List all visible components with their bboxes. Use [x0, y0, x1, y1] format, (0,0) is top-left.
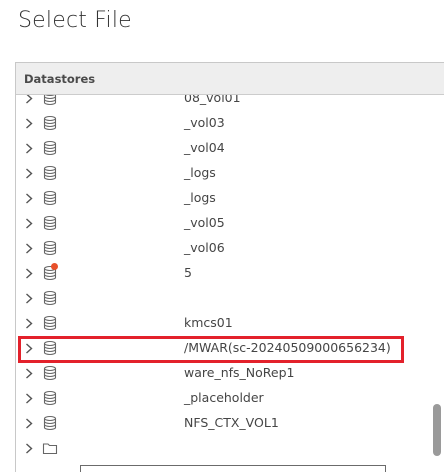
tree-row[interactable]: _vol06	[16, 236, 426, 261]
tree-row-highlighted[interactable]: /MWAR(sc-20240509000656234)	[16, 336, 426, 363]
datastore-name: _logs	[184, 165, 216, 180]
datastore-name: 08_vol01	[184, 95, 241, 105]
scrollbar-thumb[interactable]	[433, 404, 441, 456]
datastore-name: _vol06	[184, 240, 225, 255]
chevron-right-icon[interactable]	[22, 95, 36, 105]
folder-icon	[42, 440, 58, 456]
warning-badge-icon	[51, 263, 58, 270]
datastore-icon	[42, 240, 58, 256]
datastore-icon	[42, 340, 58, 356]
datastore-icon	[42, 415, 58, 431]
tree-row[interactable]: _vol03	[16, 111, 426, 136]
datastore-icon	[42, 290, 58, 306]
chevron-right-icon[interactable]	[22, 441, 36, 455]
datastores-header: Datastores	[16, 63, 444, 95]
chevron-right-icon[interactable]	[22, 216, 36, 230]
datastore-name: _vol04	[184, 140, 225, 155]
datastore-icon	[42, 95, 58, 106]
datastore-name: NFS_CTX_VOL1	[184, 415, 279, 430]
tree-row[interactable]: _logs	[16, 186, 426, 211]
tree-row[interactable]: NFS_CTX_VOL1	[16, 411, 426, 436]
chevron-right-icon[interactable]	[22, 416, 36, 430]
datastore-name: ware_nfs_NoRep1	[184, 365, 295, 380]
datastore-name: /MWAR(sc-20240509000656234)	[184, 340, 391, 355]
datastores-panel: Datastores 08_vol01 _vol03 _vol04 _logs …	[15, 62, 444, 472]
tree-row[interactable]: 5	[16, 261, 426, 286]
chevron-right-icon[interactable]	[22, 266, 36, 280]
datastore-name: kmcs01	[184, 315, 233, 330]
tree-scrollbar[interactable]	[430, 94, 444, 472]
datastore-icon	[42, 140, 58, 156]
tree-row[interactable]: _vol05	[16, 211, 426, 236]
datastore-name: _placeholder	[184, 390, 264, 405]
datastore-name: 5	[184, 265, 192, 280]
datastore-icon	[42, 315, 58, 331]
dialog-title: Select File	[18, 8, 132, 33]
chevron-right-icon[interactable]	[22, 191, 36, 205]
chevron-right-icon[interactable]	[22, 366, 36, 380]
datastore-name: _vol05	[184, 215, 225, 230]
datastore-icon	[42, 365, 58, 381]
select-file-dialog: Select File Datastores 08_vol01 _vol03 _…	[0, 0, 444, 472]
datastore-tree: 08_vol01 _vol03 _vol04 _logs _logs _vol0…	[16, 95, 444, 472]
datastore-name: _vol03	[184, 115, 225, 130]
tree-row[interactable]	[16, 436, 426, 461]
datastore-icon	[42, 190, 58, 206]
tree-row[interactable]: ware_nfs_NoRep1	[16, 361, 426, 386]
tree-row[interactable]: kmcs01	[16, 311, 426, 336]
chevron-right-icon[interactable]	[22, 316, 36, 330]
tree-row[interactable]	[16, 286, 426, 311]
chevron-right-icon[interactable]	[22, 291, 36, 305]
chevron-right-icon[interactable]	[22, 341, 36, 355]
tree-row[interactable]: _vol04	[16, 136, 426, 161]
chevron-right-icon[interactable]	[22, 141, 36, 155]
chevron-right-icon[interactable]	[22, 391, 36, 405]
datastore-name: _logs	[184, 190, 216, 205]
file-path-field[interactable]	[80, 465, 386, 472]
chevron-right-icon[interactable]	[22, 166, 36, 180]
chevron-right-icon[interactable]	[22, 116, 36, 130]
tree-row[interactable]: _placeholder	[16, 386, 426, 411]
tree-row[interactable]: _logs	[16, 161, 426, 186]
tree-row[interactable]: 08_vol01	[16, 95, 426, 111]
datastore-icon	[42, 390, 58, 406]
datastore-icon	[42, 165, 58, 181]
chevron-right-icon[interactable]	[22, 241, 36, 255]
datastore-icon	[42, 115, 58, 131]
datastore-icon	[42, 215, 58, 231]
